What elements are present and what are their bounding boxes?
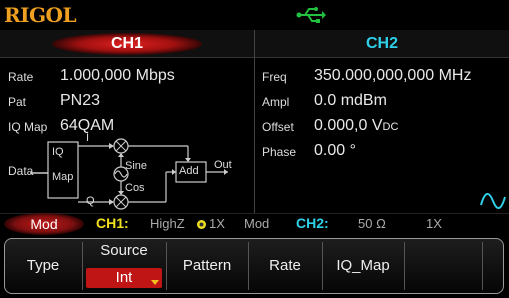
rigol-logo: RIGOL bbox=[4, 3, 77, 27]
softkey-empty[interactable] bbox=[404, 238, 482, 294]
sine-wave-icon bbox=[480, 193, 506, 209]
ch2-ampl-label: Ampl bbox=[262, 95, 290, 109]
diagram-sine-label: Sine bbox=[125, 160, 148, 172]
diagram-map-label: Map bbox=[52, 171, 74, 183]
ch2-offset-label: Offset bbox=[262, 120, 294, 134]
softkey-iq-map[interactable]: IQ_Map bbox=[322, 238, 404, 294]
ch1-pattern-label: Pat bbox=[8, 95, 27, 109]
tab-ch2-label: CH2 bbox=[365, 35, 398, 52]
diagram-iq-label: IQ bbox=[52, 146, 64, 158]
ch1-pattern-value[interactable]: PN23 bbox=[60, 92, 100, 110]
ch1-output-indicator-icon bbox=[197, 220, 206, 229]
status-ch1-impedance: HighZ bbox=[150, 216, 185, 231]
status-ch2-label: CH2: bbox=[296, 215, 329, 231]
ch1-rate-label: Rate bbox=[8, 70, 34, 84]
diagram-i-label: I bbox=[86, 132, 90, 144]
ch2-offset-value[interactable]: 0.000,0 VDC bbox=[314, 117, 398, 135]
status-ch1-label: CH1: bbox=[96, 215, 129, 231]
softkey-type[interactable]: Type bbox=[4, 238, 82, 294]
mode-label: Mod bbox=[30, 216, 58, 232]
status-ch2-impedance: 50 Ω bbox=[358, 216, 386, 231]
diagram-cos-label: Cos bbox=[125, 182, 145, 194]
ch2-offset-number: 0.000,0 V bbox=[314, 117, 383, 134]
status-ch1-mod: Mod bbox=[244, 216, 270, 231]
usb-icon bbox=[296, 7, 326, 23]
diagram-data-label: Data bbox=[8, 164, 34, 178]
softkey-pattern[interactable]: Pattern bbox=[166, 238, 248, 294]
ch2-phase-value[interactable]: 0.00 ° bbox=[314, 142, 356, 160]
diagram-q-label: Q bbox=[86, 195, 95, 207]
top-bar bbox=[0, 0, 509, 30]
dropdown-arrow-icon bbox=[151, 280, 159, 285]
diagram-out-label: Out bbox=[214, 159, 232, 171]
softkey-rate[interactable]: Rate bbox=[248, 238, 322, 294]
ch2-freq-label: Freq bbox=[262, 70, 287, 84]
softkey-divider bbox=[482, 242, 483, 290]
ch2-freq-value[interactable]: 350.000,000,000 MHz bbox=[314, 67, 471, 85]
status-ch2-probe: 1X bbox=[426, 216, 442, 231]
channel-divider bbox=[254, 30, 255, 213]
ch1-rate-value[interactable]: 1.000,000 Mbps bbox=[60, 67, 175, 85]
diagram-add-label: Add bbox=[179, 165, 199, 177]
ch2-phase-label: Phase bbox=[262, 145, 297, 159]
tab-ch1-label: CH1 bbox=[110, 35, 143, 52]
ch2-offset-unit-sub: DC bbox=[382, 121, 399, 133]
status-ch1-probe: 1X bbox=[209, 216, 225, 231]
ch2-ampl-value[interactable]: 0.0 mdBm bbox=[314, 92, 387, 110]
softkey-source-title: Source bbox=[100, 242, 148, 259]
